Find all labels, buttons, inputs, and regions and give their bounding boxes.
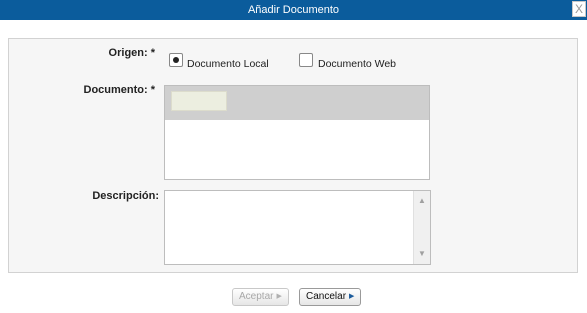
- cancel-button-label: Cancelar: [306, 291, 347, 302]
- triangle-right-icon: ▶: [349, 293, 355, 300]
- radio-selected-dot: [173, 57, 179, 63]
- origin-label: Origen: *: [108, 47, 155, 59]
- triangle-right-icon: ▶: [276, 293, 282, 300]
- chevron-down-icon[interactable]: ▼: [416, 248, 428, 260]
- radio-local[interactable]: [169, 53, 183, 67]
- accept-button-label: Aceptar: [239, 291, 274, 302]
- close-button[interactable]: X: [572, 1, 586, 17]
- add-document-dialog: Añadir Documento X Origen: * Documento L…: [0, 0, 587, 313]
- radio-web[interactable]: [299, 53, 313, 67]
- radio-web-label[interactable]: Documento Web: [318, 58, 396, 70]
- chevron-up-icon[interactable]: ▲: [416, 195, 428, 207]
- file-input-chip[interactable]: [171, 91, 227, 111]
- description-textarea[interactable]: ▲ ▼: [164, 190, 431, 265]
- dialog-titlebar: Añadir Documento X: [0, 0, 587, 20]
- description-scrollbar[interactable]: ▲ ▼: [413, 191, 430, 264]
- form-panel: Origen: * Documento Local Documento Web …: [8, 38, 578, 273]
- description-label: Descripción:: [92, 190, 159, 202]
- accept-button[interactable]: Aceptar ▶: [232, 288, 289, 306]
- radio-local-label[interactable]: Documento Local: [187, 58, 269, 70]
- document-upload-header: [165, 86, 429, 120]
- document-label: Documento: *: [83, 84, 156, 96]
- document-upload-area[interactable]: [164, 85, 430, 180]
- cancel-button[interactable]: Cancelar ▶: [299, 288, 362, 306]
- close-icon: X: [574, 2, 583, 16]
- dialog-title: Añadir Documento: [247, 4, 340, 16]
